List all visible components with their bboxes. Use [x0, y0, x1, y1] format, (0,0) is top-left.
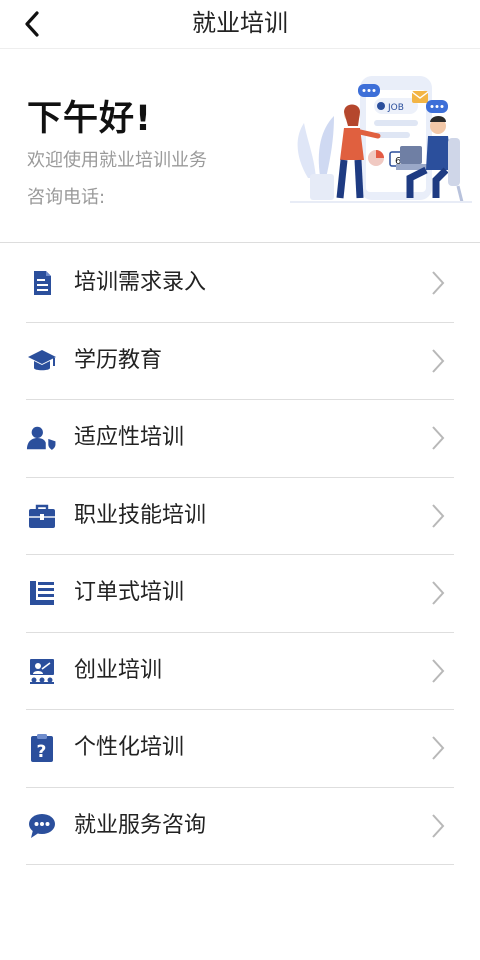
- menu-item-label: 就业服务咨询: [74, 812, 207, 838]
- consult-phone-label: 咨询电话:: [27, 187, 106, 208]
- chevron-right-icon: [432, 503, 445, 528]
- svg-text:JOB: JOB: [387, 103, 404, 113]
- welcome-text: 欢迎使用就业培训业务: [27, 150, 207, 171]
- menu-item-label: 订单式培训: [74, 580, 185, 605]
- chevron-right-icon: [432, 581, 445, 605]
- menu-item-label: 个性化培训: [74, 735, 185, 760]
- user-shield-icon: [26, 422, 58, 454]
- menu-item-training-demand-entry[interactable]: 培训需求录入: [26, 245, 454, 323]
- chevron-right-icon: [432, 658, 445, 683]
- presentation-icon: [26, 655, 58, 687]
- greeting-header: 下午好! 欢迎使用就业培训业务 咨询电话: JOB 6: [0, 48, 480, 242]
- document-icon: [26, 267, 58, 299]
- chevron-right-icon: [432, 736, 445, 760]
- menu-item-employment-service-consult[interactable]: 就业服务咨询: [26, 788, 454, 865]
- menu-item-personalized-training[interactable]: ? 个性化培训: [26, 710, 454, 788]
- menu-item-label: 学历教育: [74, 347, 163, 373]
- menu-item-entrepreneurship-training[interactable]: 创业培训: [26, 633, 454, 710]
- chevron-right-icon: [432, 271, 445, 295]
- job-illustration: JOB 6: [290, 76, 472, 203]
- order-list-icon: [26, 577, 58, 609]
- header-divider: [0, 242, 480, 243]
- menu-item-label: 创业培训: [74, 657, 163, 683]
- menu-item-academic-education[interactable]: 学历教育: [26, 323, 454, 400]
- page-title: 就业培训: [192, 9, 288, 37]
- menu-item-order-training[interactable]: 订单式培训: [26, 555, 454, 633]
- briefcase-icon: [26, 500, 58, 532]
- chevron-right-icon: [432, 426, 445, 450]
- clipboard-question-icon: ?: [26, 732, 58, 764]
- svg-text:?: ?: [37, 742, 47, 762]
- menu-item-label: 适应性培训: [74, 425, 185, 450]
- menu-item-label: 职业技能培训: [74, 502, 207, 528]
- chevron-right-icon: [432, 813, 445, 838]
- menu-item-adaptive-training[interactable]: 适应性培训: [26, 400, 454, 478]
- menu-item-label: 培训需求录入: [74, 270, 207, 295]
- service-menu: 培训需求录入 学历教育 适应性培训 职业技能培训 订单式培训 创业培训 ? 个性…: [26, 245, 454, 865]
- menu-item-vocational-skills-training[interactable]: 职业技能培训: [26, 478, 454, 555]
- chevron-right-icon: [432, 348, 445, 373]
- graduation-cap-icon: [26, 345, 58, 377]
- nav-bar: 就业培训: [0, 0, 480, 49]
- greeting-text: 下午好!: [27, 99, 152, 139]
- chat-bubble-icon: [26, 810, 58, 842]
